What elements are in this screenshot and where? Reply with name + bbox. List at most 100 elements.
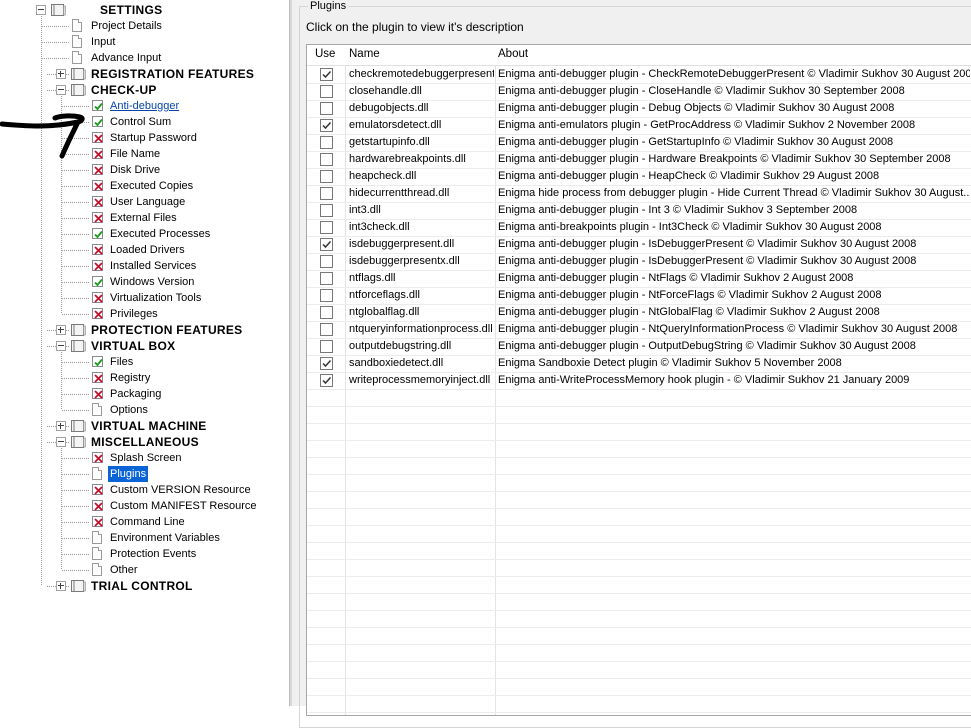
empty-grid-row [307, 695, 971, 713]
document-icon [72, 51, 82, 64]
book-icon [70, 323, 86, 337]
use-checkbox[interactable] [320, 323, 333, 336]
plugin-row[interactable]: writeprocessmemoryinject.dll Enigma anti-… [307, 372, 971, 390]
tree-item-trial-control[interactable]: TRIAL CONTROL [0, 578, 289, 594]
plugin-row[interactable]: emulatorsdetect.dll Enigma anti-emulators… [307, 117, 971, 135]
plugin-row[interactable]: checkremotedebuggerpresent.dll Enigma ant… [307, 66, 971, 84]
plugin-row[interactable]: hidecurrentthread.dll Enigma hide process… [307, 185, 971, 203]
tree-item-command-line[interactable]: Command Line [0, 514, 289, 530]
tree-item-privileges[interactable]: Privileges [0, 306, 289, 322]
plugin-about-cell: Enigma anti-debugger plugin - NtForceFla… [498, 289, 882, 301]
document-icon [92, 467, 102, 480]
tree-item-splash-screen[interactable]: Splash Screen [0, 450, 289, 466]
tree-item-virtual-box[interactable]: VIRTUAL BOX [0, 338, 289, 354]
tree-item-protection-events[interactable]: Protection Events [0, 546, 289, 562]
use-checkbox[interactable] [320, 357, 333, 370]
tree-item-other[interactable]: Other [0, 562, 289, 578]
collapse-icon[interactable] [56, 437, 66, 447]
plugins-grid[interactable]: Use Name About checkremotedebuggerpresen… [306, 44, 971, 716]
handdrawn-arrow-annotation [0, 113, 85, 159]
tree-item-input[interactable]: Input [0, 34, 289, 50]
collapse-icon[interactable] [56, 341, 66, 351]
collapse-icon[interactable] [56, 85, 66, 95]
book-icon [70, 67, 86, 81]
tree-item-registry[interactable]: Registry [0, 370, 289, 386]
use-checkbox[interactable] [320, 221, 333, 234]
tree-item-virtualization-tools[interactable]: Virtualization Tools [0, 290, 289, 306]
use-checkbox[interactable] [320, 204, 333, 217]
tree-item-advance-input[interactable]: Advance Input [0, 50, 289, 66]
plugin-about-cell: Enigma anti-debugger plugin - Hardware B… [498, 153, 951, 165]
expand-icon[interactable] [56, 69, 66, 79]
tree-item-protection-features[interactable]: PROTECTION FEATURES [0, 322, 289, 338]
tree-item-packaging[interactable]: Packaging [0, 386, 289, 402]
plugin-row[interactable]: getstartupinfo.dll Enigma anti-debugger p… [307, 134, 971, 152]
plugin-name-cell: emulatorsdetect.dll [349, 119, 442, 131]
use-checkbox[interactable] [320, 374, 333, 387]
tree-item-project-details[interactable]: Project Details [0, 18, 289, 34]
use-checkbox[interactable] [320, 68, 333, 81]
use-checkbox[interactable] [320, 255, 333, 268]
plugin-row[interactable]: closehandle.dll Enigma anti-debugger plug… [307, 83, 971, 101]
tree-item-options[interactable]: Options [0, 402, 289, 418]
plugin-about-cell: Enigma anti-debugger plugin - CheckRemot… [498, 68, 970, 80]
plugin-about-cell: Enigma anti-debugger plugin - GetStartup… [498, 136, 894, 148]
tree-item-registration-features[interactable]: REGISTRATION FEATURES [0, 66, 289, 82]
plugin-row[interactable]: ntglobalflag.dll Enigma anti-debugger plu… [307, 304, 971, 322]
empty-grid-row [307, 627, 971, 645]
empty-grid-row [307, 559, 971, 577]
plugin-row[interactable]: ntforceflags.dll Enigma anti-debugger plu… [307, 287, 971, 305]
use-checkbox[interactable] [320, 340, 333, 353]
column-header-about[interactable]: About [498, 48, 528, 60]
plugin-row[interactable]: int3.dll Enigma anti-debugger plugin - In… [307, 202, 971, 220]
plugin-row[interactable]: heapcheck.dll Enigma anti-debugger plugin… [307, 168, 971, 186]
tree-item-files[interactable]: Files [0, 354, 289, 370]
tree-item-loaded-drivers[interactable]: Loaded Drivers [0, 242, 289, 258]
column-header-use[interactable]: Use [315, 48, 335, 60]
tree-item-custom-version-resource[interactable]: Custom VERSION Resource [0, 482, 289, 498]
expand-icon[interactable] [56, 581, 66, 591]
expand-icon[interactable] [56, 421, 66, 431]
plugin-row[interactable]: hardwarebreakpoints.dll Enigma anti-debug… [307, 151, 971, 169]
plugin-name-cell: writeprocessmemoryinject.dll [349, 374, 491, 386]
use-checkbox[interactable] [320, 102, 333, 115]
use-checkbox[interactable] [320, 85, 333, 98]
expand-icon[interactable] [56, 325, 66, 335]
use-checkbox[interactable] [320, 289, 333, 302]
plugin-row[interactable]: ntqueryinformationprocess.dll Enigma anti… [307, 321, 971, 339]
tree-item-environment-variables[interactable]: Environment Variables [0, 530, 289, 546]
tree-item-windows-version[interactable]: Windows Version [0, 274, 289, 290]
use-checkbox[interactable] [320, 306, 333, 319]
tree-item-installed-services[interactable]: Installed Services [0, 258, 289, 274]
tree-item-executed-processes[interactable]: Executed Processes [0, 226, 289, 242]
plugin-row[interactable]: outputdebugstring.dll Enigma anti-debugge… [307, 338, 971, 356]
use-checkbox[interactable] [320, 187, 333, 200]
use-checkbox[interactable] [320, 136, 333, 149]
tree-item-plugins[interactable]: Plugins [0, 466, 289, 482]
collapse-icon[interactable] [36, 5, 46, 15]
plugin-row[interactable]: isdebuggerpresentx.dll Enigma anti-debugg… [307, 253, 971, 271]
tree-item-label: Installed Services [110, 260, 197, 272]
tree-item-external-files[interactable]: External Files [0, 210, 289, 226]
use-checkbox[interactable] [320, 238, 333, 251]
tree-item-disk-drive[interactable]: Disk Drive [0, 162, 289, 178]
use-checkbox[interactable] [320, 153, 333, 166]
use-checkbox[interactable] [320, 272, 333, 285]
tree-item-virtual-machine[interactable]: VIRTUAL MACHINE [0, 418, 289, 434]
book-icon [70, 419, 86, 433]
tree-item-check-up[interactable]: CHECK-UP [0, 82, 289, 98]
column-header-name[interactable]: Name [349, 48, 380, 60]
tree-item-executed-copies[interactable]: Executed Copies [0, 178, 289, 194]
plugin-row[interactable]: ntflags.dll Enigma anti-debugger plugin -… [307, 270, 971, 288]
use-checkbox[interactable] [320, 170, 333, 183]
plugin-row[interactable]: sandboxiedetect.dll Enigma Sandboxie Dete… [307, 355, 971, 373]
red-cross-icon [92, 452, 103, 463]
tree-item-miscellaneous[interactable]: MISCELLANEOUS [0, 434, 289, 450]
plugin-row[interactable]: debugobjects.dll Enigma anti-debugger plu… [307, 100, 971, 118]
plugin-name-cell: isdebuggerpresent.dll [349, 238, 455, 250]
plugin-row[interactable]: isdebuggerpresent.dll Enigma anti-debugge… [307, 236, 971, 254]
use-checkbox[interactable] [320, 119, 333, 132]
tree-item-user-language[interactable]: User Language [0, 194, 289, 210]
tree-item-custom-manifest-resource[interactable]: Custom MANIFEST Resource [0, 498, 289, 514]
plugin-row[interactable]: int3check.dll Enigma anti-breakpoints plu… [307, 219, 971, 237]
